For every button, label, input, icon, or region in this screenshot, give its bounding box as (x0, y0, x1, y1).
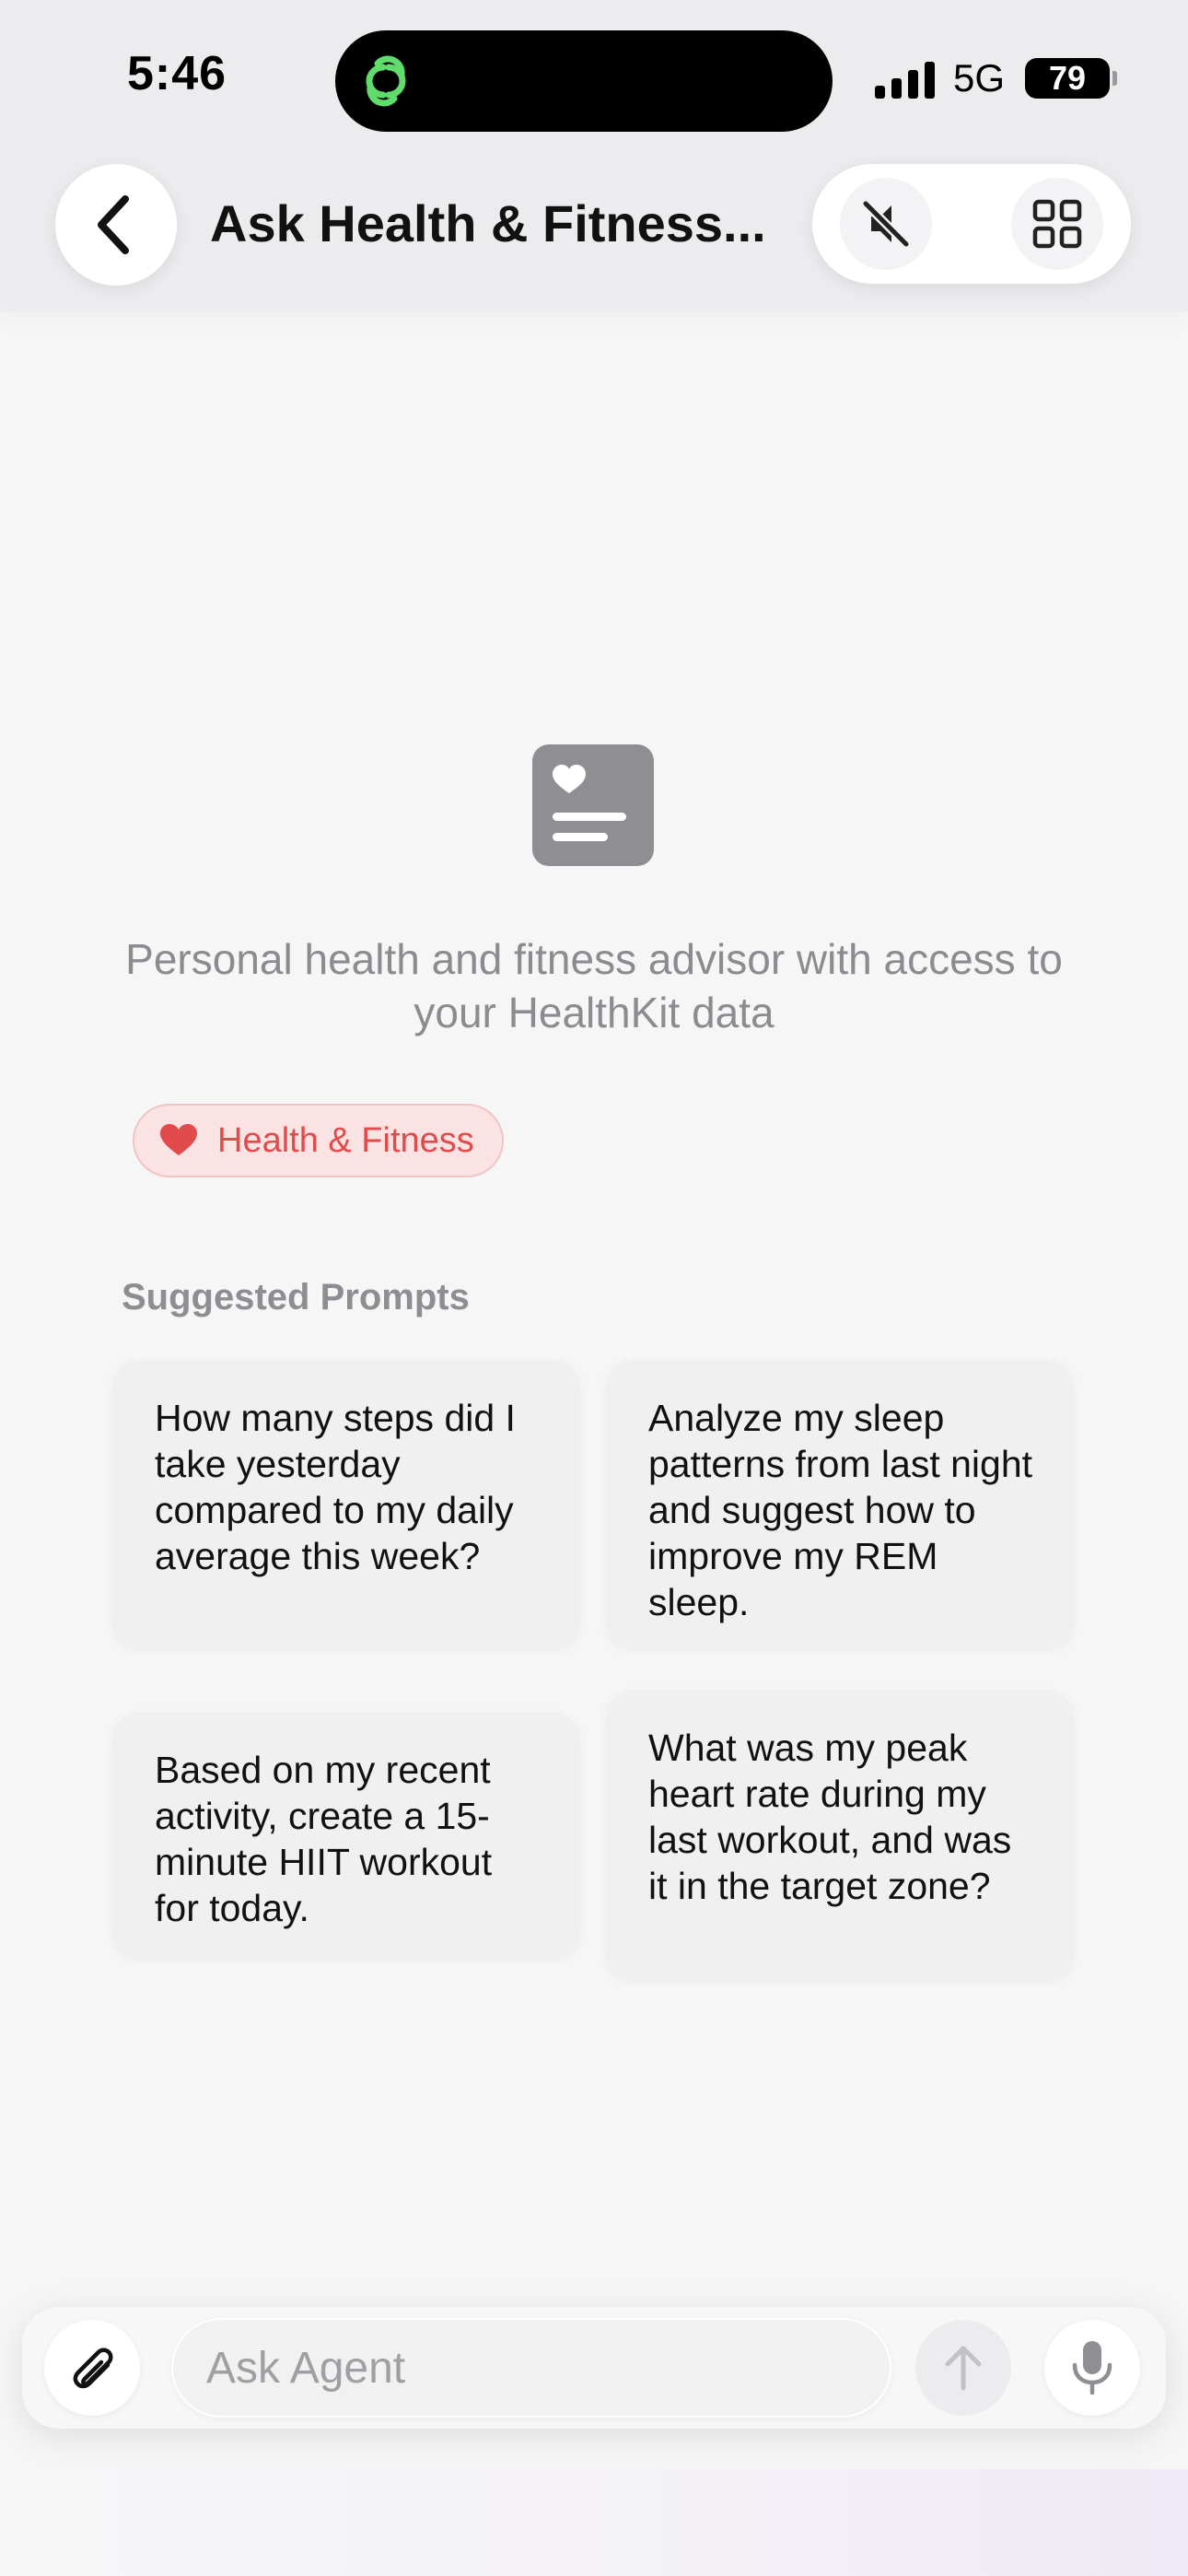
prompt-card[interactable]: Based on my recent activity, create a 15… (112, 1712, 580, 1959)
bottom-background (0, 2469, 1188, 2576)
page-title: Ask Health & Fitness... (210, 194, 766, 252)
category-label: Health & Fitness (217, 1120, 474, 1160)
grid-icon (1032, 199, 1082, 249)
category-badge[interactable]: Health & Fitness (133, 1104, 504, 1177)
prompt-card[interactable]: Analyze my sleep patterns from last nigh… (606, 1360, 1074, 1649)
prompt-card[interactable]: What was my peak heart rate during my la… (606, 1690, 1074, 1981)
microphone-button[interactable] (1044, 2320, 1140, 2416)
top-bar: 5:46 5G 79 Ask Health & Fitness... (0, 0, 1188, 311)
speaker-slash-icon (861, 199, 911, 249)
composer-bar: Ask Agent (22, 2307, 1166, 2429)
message-input[interactable]: Ask Agent (171, 2318, 891, 2418)
microphone-icon (1072, 2341, 1112, 2395)
grid-button[interactable] (1011, 178, 1103, 270)
heart-icon (160, 1124, 197, 1155)
link-icon (366, 55, 406, 107)
network-type: 5G (953, 56, 1006, 100)
health-document-icon (532, 744, 654, 866)
back-button[interactable] (55, 164, 177, 286)
prompt-card[interactable]: How many steps did I take yesterday comp… (112, 1360, 580, 1649)
suggested-prompts-title: Suggested Prompts (122, 1277, 470, 1317)
status-indicators: 5G 79 (875, 55, 1118, 101)
battery-level: 79 (1049, 59, 1087, 97)
attach-button[interactable] (44, 2320, 140, 2416)
dynamic-island (335, 30, 833, 132)
battery-icon: 79 (1025, 58, 1118, 99)
header-actions (812, 164, 1131, 284)
mute-button[interactable] (840, 178, 932, 270)
send-button[interactable] (915, 2320, 1011, 2416)
signal-icon (875, 58, 935, 99)
paperclip-icon (73, 2348, 113, 2389)
status-time: 5:46 (127, 47, 227, 100)
chevron-left-icon (98, 195, 129, 254)
agent-description: Personal health and fitness advisor with… (125, 935, 1063, 1036)
arrow-up-icon (945, 2346, 982, 2391)
